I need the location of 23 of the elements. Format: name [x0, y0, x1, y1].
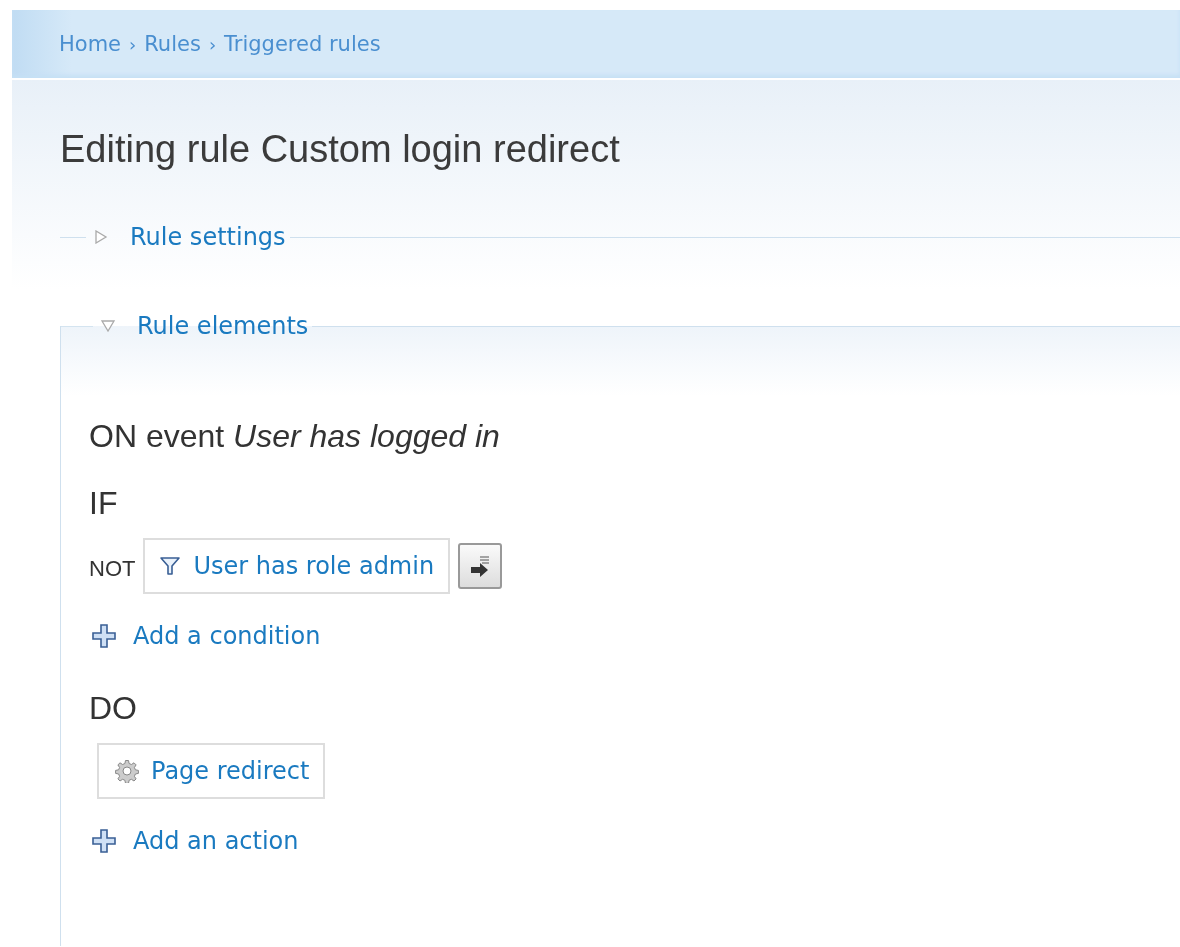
- section-heading: DO: [89, 690, 138, 727]
- breadcrumb-link[interactable]: Triggered rules: [224, 32, 381, 56]
- fieldset-legend-link[interactable]: Rule elements: [137, 312, 309, 340]
- action-element[interactable]: Page redirect: [97, 743, 326, 799]
- breadcrumb-link[interactable]: Rules: [144, 32, 201, 56]
- section-heading: IF: [89, 485, 119, 522]
- collapsed-triangle-icon[interactable]: [94, 230, 108, 244]
- add-action-link[interactable]: Add an action: [91, 827, 1180, 855]
- page-title: Editing rule Custom login redirect: [60, 127, 621, 172]
- plus-icon: [91, 828, 117, 854]
- event-heading: ON event User has logged in: [89, 418, 501, 455]
- plus-icon: [91, 623, 117, 649]
- gear-icon: [115, 759, 139, 783]
- negation-label: NOT: [89, 556, 136, 582]
- condition-element[interactable]: User has role admin: [143, 538, 451, 594]
- filter-icon: [159, 555, 182, 577]
- fieldset-legend-link[interactable]: Rule settings: [130, 223, 286, 251]
- add-condition-link[interactable]: Add a condition: [91, 622, 1180, 650]
- breadcrumb-separator: ›: [129, 33, 137, 55]
- move-right-button[interactable]: [458, 543, 503, 589]
- expanded-triangle-icon[interactable]: [101, 319, 115, 333]
- breadcrumb-separator: ›: [208, 33, 217, 55]
- breadcrumb-link[interactable]: Home: [59, 32, 121, 56]
